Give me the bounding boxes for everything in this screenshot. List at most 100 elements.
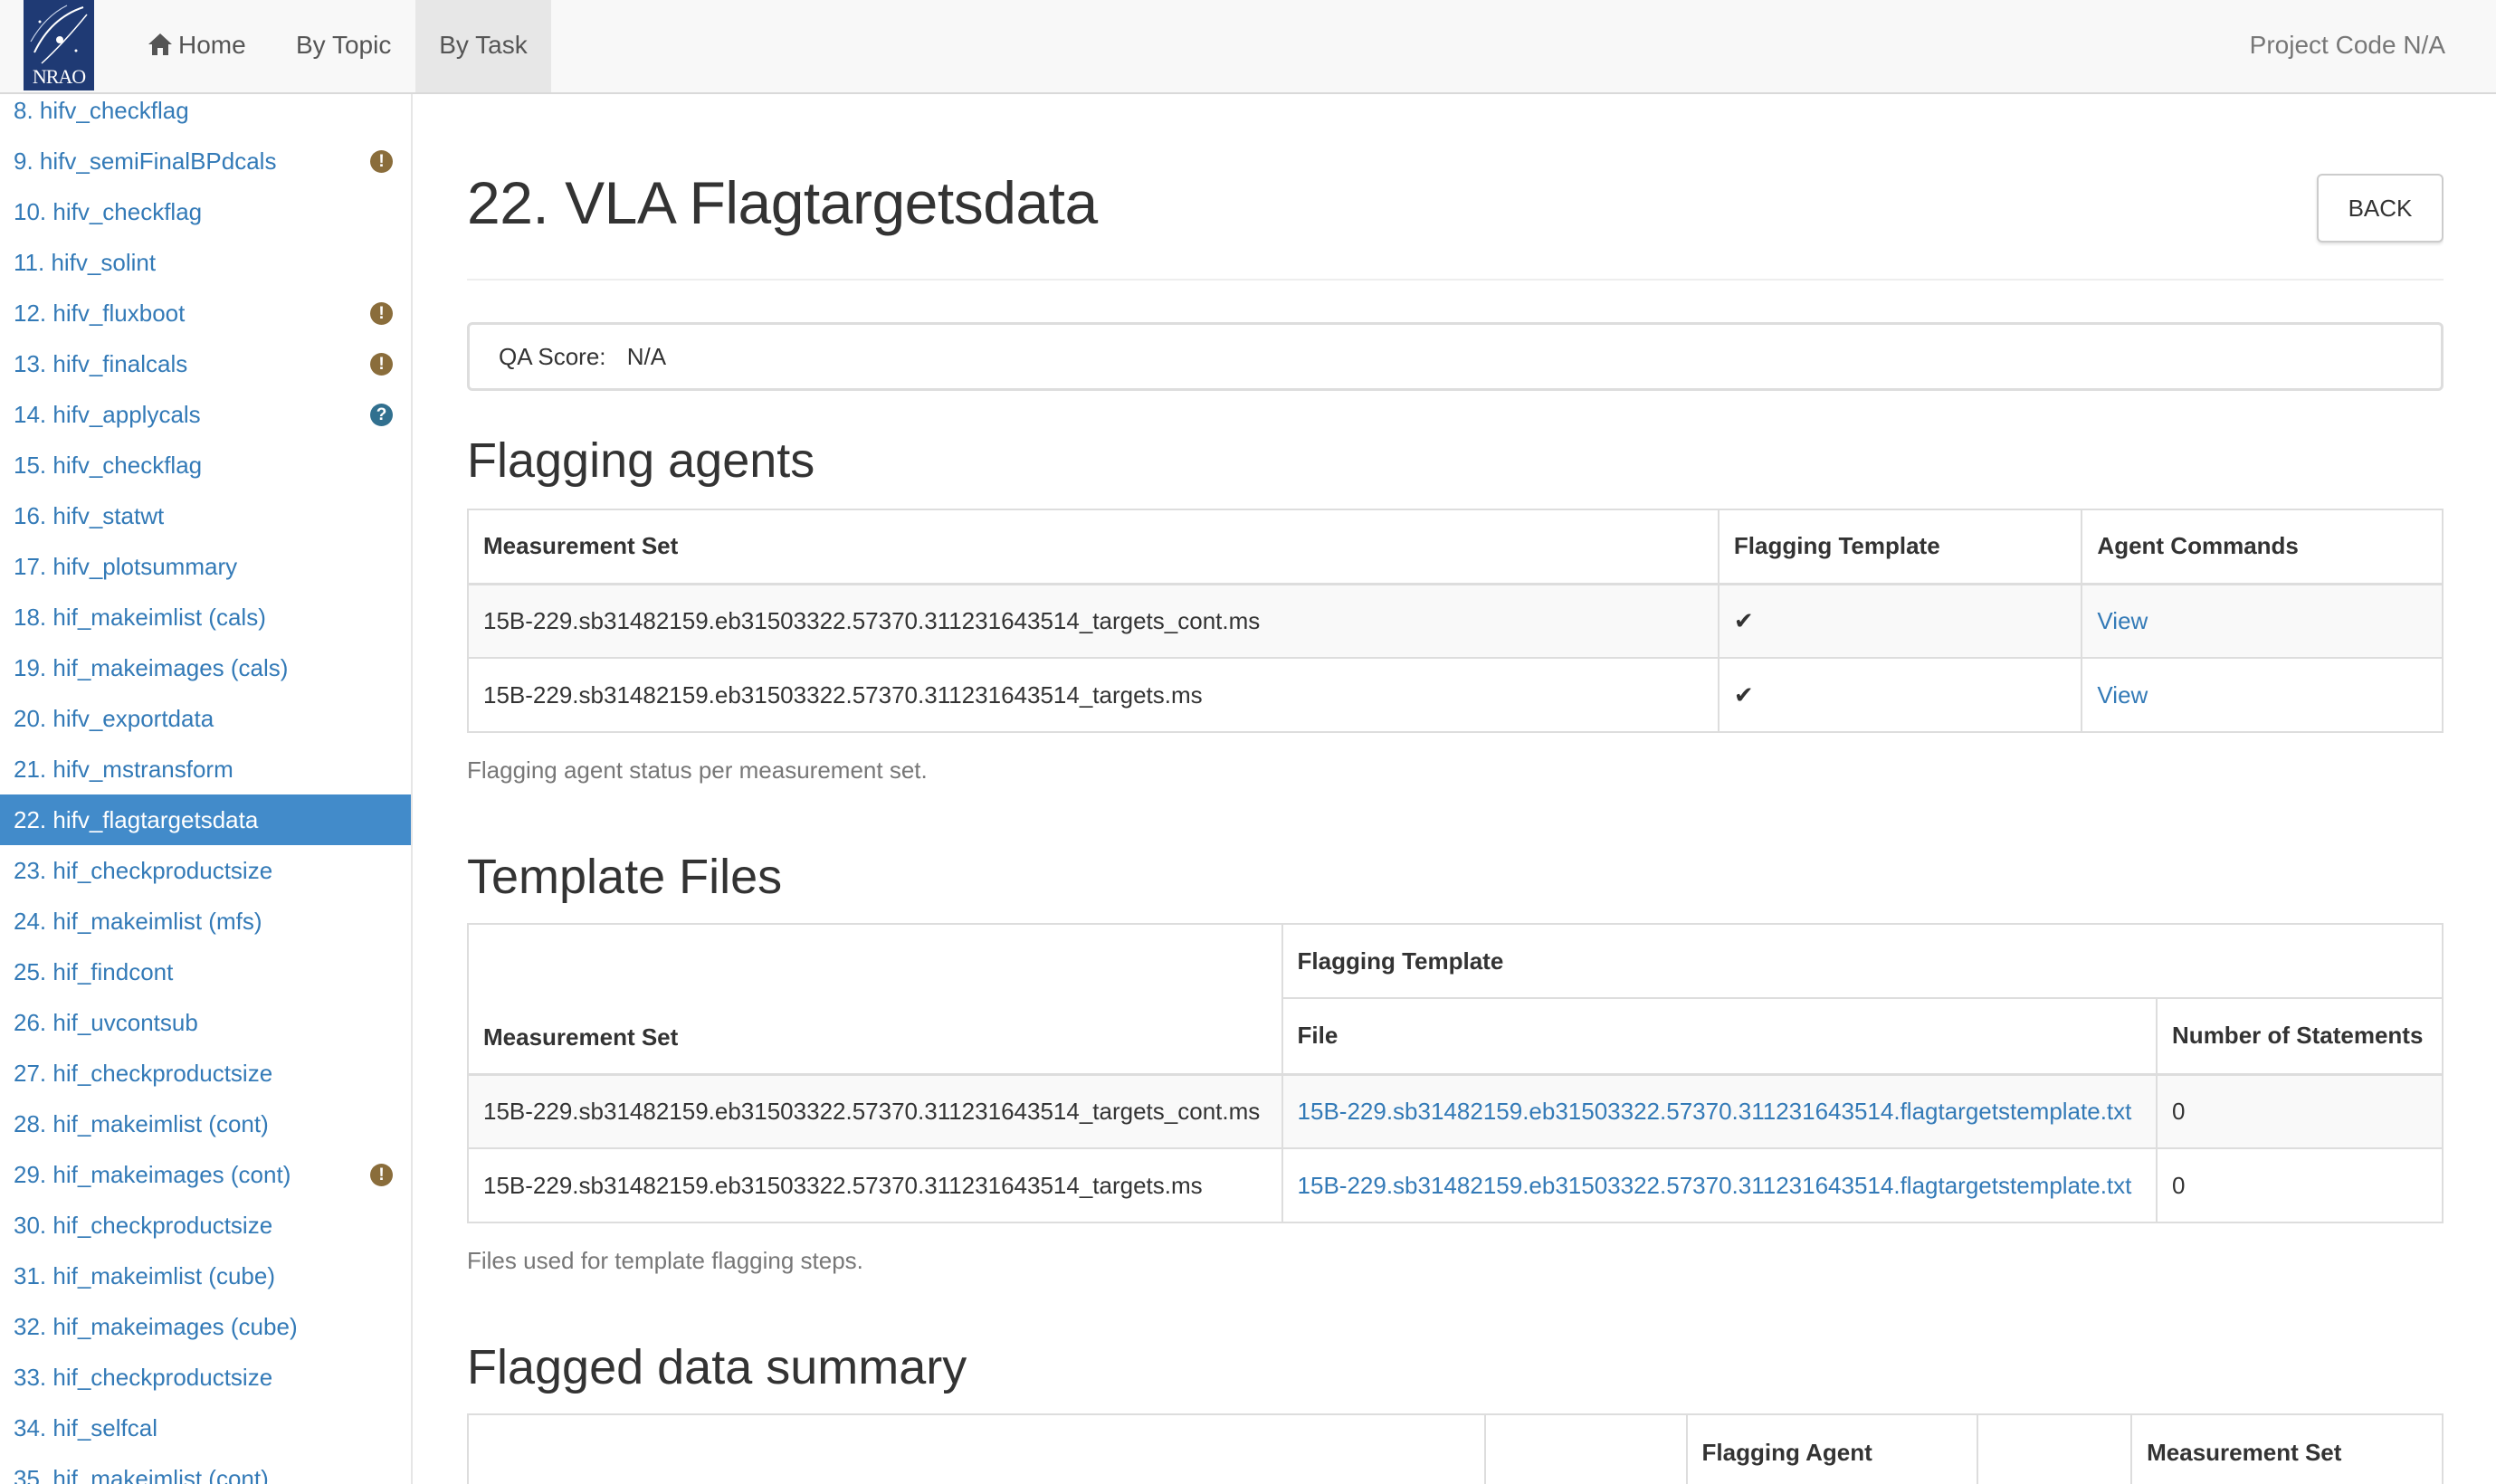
check-icon: ✔ bbox=[1733, 680, 1754, 709]
col-group-flagging-template: Flagging Template bbox=[1281, 923, 2444, 999]
commands-cell: View bbox=[2081, 657, 2444, 733]
table-row: 15B-229.sb31482159.eb31503322.57370.3112… bbox=[467, 657, 2444, 733]
task-sidebar[interactable]: 8. hifv_checkflag 9. hifv_semiFinalBPdcal… bbox=[0, 94, 413, 1484]
flagged-summary-table: Flagging Agent Measurement Set bbox=[467, 1413, 2444, 1484]
sidebar-item-label: 26. hif_uvcontsub bbox=[14, 1009, 198, 1036]
sidebar-item[interactable]: 16. hifv_statwt bbox=[0, 490, 411, 541]
sidebar-item-label: 29. hif_makeimages (cont) bbox=[14, 1161, 291, 1188]
sidebar-item[interactable]: 17. hifv_plotsummary bbox=[0, 541, 411, 592]
project-code: Project Code N/A bbox=[2249, 31, 2445, 59]
exclamation-circle-icon: ! bbox=[370, 302, 393, 325]
template-cell: ✔ bbox=[1717, 583, 2083, 659]
template-cell: ✔ bbox=[1717, 657, 2083, 733]
sidebar-item[interactable]: 32. hif_makeimages (cube) bbox=[0, 1301, 411, 1352]
sidebar-item-label: 21. hifv_mstransform bbox=[14, 756, 233, 783]
ms-cell: 15B-229.sb31482159.eb31503322.57370.3112… bbox=[467, 1147, 1283, 1223]
col-number-of-statements: Number of Statements bbox=[2156, 997, 2444, 1076]
top-navbar: NRAO Home By Topic By Task Project Code … bbox=[0, 0, 2496, 94]
sidebar-item[interactable]: 10. hifv_checkflag bbox=[0, 186, 411, 237]
statements-cell: 0 bbox=[2156, 1073, 2444, 1149]
statements-cell: 0 bbox=[2156, 1147, 2444, 1223]
sidebar-item[interactable]: 27. hif_checkproductsize bbox=[0, 1048, 411, 1099]
question-circle-icon: ? bbox=[370, 404, 393, 426]
flagging-agents-heading: Flagging agents bbox=[467, 433, 815, 488]
col-group-measurement-set: Measurement Set bbox=[2130, 1413, 2444, 1484]
sidebar-item-label: 32. hif_makeimages (cube) bbox=[14, 1313, 298, 1340]
main-content: 22. VLA Flagtargetsdata BACK QA Score: N… bbox=[467, 94, 2444, 1484]
col-blank bbox=[1977, 1413, 2133, 1484]
sidebar-item[interactable]: 28. hif_makeimlist (cont) bbox=[0, 1099, 411, 1149]
sidebar-item-label: 24. hif_makeimlist (mfs) bbox=[14, 908, 262, 935]
sidebar-item-label: 10. hifv_checkflag bbox=[14, 198, 203, 225]
sidebar-item[interactable]: 9. hifv_semiFinalBPdcals! bbox=[0, 136, 411, 186]
col-file: File bbox=[1281, 997, 2158, 1076]
nav-by-topic[interactable]: By Topic bbox=[296, 0, 391, 92]
view-agent-commands-link[interactable]: View bbox=[2097, 681, 2148, 709]
table-row: 15B-229.sb31482159.eb31503322.57370.3112… bbox=[467, 1073, 2444, 1149]
sidebar-item[interactable]: 34. hif_selfcal bbox=[0, 1403, 411, 1453]
sidebar-item-label: 22. hifv_flagtargetsdata bbox=[14, 806, 259, 833]
flagging-agents-table: Measurement Set Flagging Template Agent … bbox=[467, 509, 2444, 733]
sidebar-item-label: 17. hifv_plotsummary bbox=[14, 553, 238, 580]
sidebar-item[interactable]: 29. hif_makeimages (cont)! bbox=[0, 1149, 411, 1200]
page-title: 22. VLA Flagtargetsdata bbox=[467, 169, 1098, 236]
sidebar-item[interactable]: 18. hif_makeimlist (cals) bbox=[0, 592, 411, 642]
sidebar-item-label: 9. hifv_semiFinalBPdcals bbox=[14, 147, 277, 175]
sidebar-item-label: 25. hif_findcont bbox=[14, 958, 174, 985]
sidebar-item[interactable]: 30. hif_checkproductsize bbox=[0, 1200, 411, 1251]
col-flagging-template: Flagging Template bbox=[1717, 509, 2083, 585]
sidebar-item[interactable]: 24. hif_makeimlist (mfs) bbox=[0, 896, 411, 947]
sidebar-item[interactable]: 22. hifv_flagtargetsdata bbox=[0, 794, 411, 845]
nav-home[interactable]: Home bbox=[148, 0, 246, 92]
qa-score-value: N/A bbox=[626, 343, 667, 370]
sidebar-item[interactable]: 20. hifv_exportdata bbox=[0, 693, 411, 744]
sidebar-item-label: 28. hif_makeimlist (cont) bbox=[14, 1110, 269, 1137]
sidebar-item[interactable]: 33. hif_checkproductsize bbox=[0, 1352, 411, 1403]
nav-by-task[interactable]: By Task bbox=[415, 0, 551, 92]
sidebar-item[interactable]: 23. hif_checkproductsize bbox=[0, 845, 411, 896]
sidebar-item-label: 8. hifv_checkflag bbox=[14, 97, 189, 124]
table-row: 15B-229.sb31482159.eb31503322.57370.3112… bbox=[467, 1147, 2444, 1223]
sidebar-item[interactable]: 13. hifv_finalcals! bbox=[0, 338, 411, 389]
table-row: 15B-229.sb31482159.eb31503322.57370.3112… bbox=[467, 583, 2444, 659]
col-group-flagging-agent: Flagging Agent bbox=[1685, 1413, 1979, 1484]
sidebar-item[interactable]: 31. hif_makeimlist (cube) bbox=[0, 1251, 411, 1301]
sidebar-item[interactable]: 26. hif_uvcontsub bbox=[0, 997, 411, 1048]
sidebar-item[interactable]: 25. hif_findcont bbox=[0, 947, 411, 997]
sidebar-item[interactable]: 19. hif_makeimages (cals) bbox=[0, 642, 411, 693]
col-blank bbox=[1483, 1413, 1688, 1484]
flagged-summary-heading: Flagged data summary bbox=[467, 1340, 967, 1394]
sidebar-item[interactable]: 14. hifv_applycals? bbox=[0, 389, 411, 440]
sidebar-item-label: 16. hifv_statwt bbox=[14, 502, 165, 529]
sidebar-item[interactable]: 15. hifv_checkflag bbox=[0, 440, 411, 490]
check-icon: ✔ bbox=[1733, 606, 1754, 634]
template-files-heading: Template Files bbox=[467, 850, 783, 904]
sidebar-item[interactable]: 21. hifv_mstransform bbox=[0, 744, 411, 794]
sidebar-item-label: 18. hif_makeimlist (cals) bbox=[14, 604, 266, 631]
sidebar-item[interactable]: 8. hifv_checkflag bbox=[0, 94, 411, 136]
sidebar-item-label: 12. hifv_fluxboot bbox=[14, 300, 186, 327]
sidebar-item-label: 34. hif_selfcal bbox=[14, 1414, 157, 1441]
sidebar-item[interactable]: 35. hif_makeimlist (cont) bbox=[0, 1453, 411, 1484]
nrao-logo[interactable]: NRAO bbox=[24, 0, 94, 90]
back-button[interactable]: BACK bbox=[2317, 174, 2444, 243]
sidebar-item-label: 31. hif_makeimlist (cube) bbox=[14, 1262, 275, 1289]
template-file-link[interactable]: 15B-229.sb31482159.eb31503322.57370.3112… bbox=[1298, 1172, 2132, 1199]
qa-score-panel: QA Score: N/A bbox=[467, 322, 2444, 391]
nav-home-label: Home bbox=[178, 31, 246, 59]
sidebar-item[interactable]: 12. hifv_fluxboot! bbox=[0, 288, 411, 338]
title-divider bbox=[467, 279, 2444, 281]
sidebar-item-label: 13. hifv_finalcals bbox=[14, 350, 188, 377]
sidebar-item-label: 15. hifv_checkflag bbox=[14, 452, 203, 479]
ms-cell: 15B-229.sb31482159.eb31503322.57370.3112… bbox=[467, 1073, 1283, 1149]
sidebar-item[interactable]: 11. hifv_solint bbox=[0, 237, 411, 288]
view-agent-commands-link[interactable]: View bbox=[2097, 607, 2148, 634]
sidebar-item-label: 33. hif_checkproductsize bbox=[14, 1364, 273, 1391]
logo-text: NRAO bbox=[32, 65, 86, 88]
exclamation-circle-icon: ! bbox=[370, 150, 393, 173]
col-measurement-set: Measurement Set bbox=[467, 923, 1283, 1076]
qa-score-label: QA Score: bbox=[499, 343, 606, 370]
template-file-link[interactable]: 15B-229.sb31482159.eb31503322.57370.3112… bbox=[1298, 1098, 2132, 1125]
exclamation-circle-icon: ! bbox=[370, 1164, 393, 1186]
sidebar-item-label: 30. hif_checkproductsize bbox=[14, 1212, 273, 1239]
